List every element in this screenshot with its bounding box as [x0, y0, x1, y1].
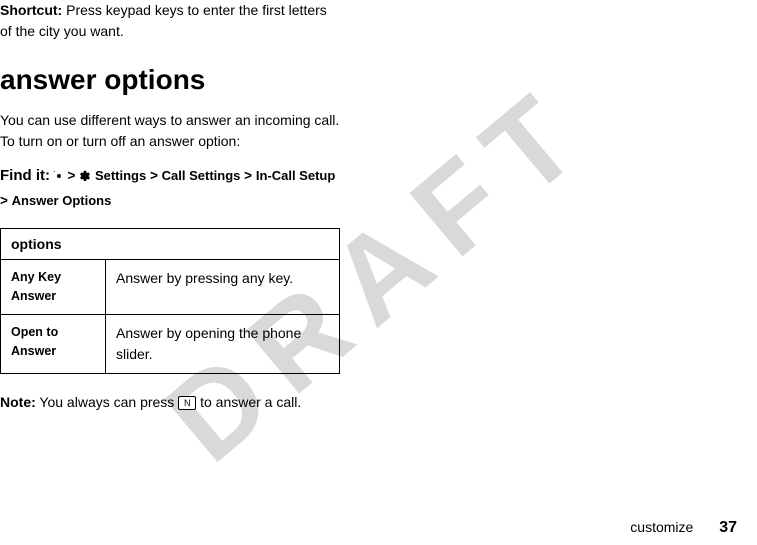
table-row: Any Key Answer Answer by pressing any ke… [1, 260, 340, 315]
separator: > [68, 168, 76, 183]
intro-text: You can use different ways to answer an … [0, 110, 757, 152]
section-heading: answer options [0, 64, 757, 96]
intro-line1: You can use different ways to answer an … [0, 112, 339, 128]
path-answer-options: Answer Options [12, 193, 112, 208]
path-call-settings: Call Settings [162, 168, 241, 183]
option-name: Any Key Answer [1, 260, 106, 315]
option-desc: Answer by opening the phone slider. [106, 314, 340, 373]
note-before-key: You always can press [36, 394, 178, 410]
separator: > [150, 168, 158, 183]
page-content: Shortcut: Press keypad keys to enter the… [0, 0, 757, 413]
note-after-key: to answer a call. [196, 394, 301, 410]
shortcut-text-line2: of the city you want. [0, 23, 124, 39]
options-table: options Any Key Answer Answer by pressin… [0, 228, 340, 374]
intro-line2: To turn on or turn off an answer option: [0, 133, 240, 149]
table-row: Open to Answer Answer by opening the pho… [1, 314, 340, 373]
path-incall-setup: In-Call Setup [256, 168, 335, 183]
key-icon: N [178, 396, 196, 410]
gear-icon [79, 170, 91, 182]
separator: > [0, 193, 8, 208]
note-label: Note: [0, 394, 36, 410]
path-settings: Settings [95, 168, 146, 183]
menu-dot-icon [54, 171, 64, 181]
option-name: Open to Answer [1, 314, 106, 373]
option-desc: Answer by pressing any key. [106, 260, 340, 315]
table-header: options [1, 229, 340, 260]
footer-section: customize [630, 519, 693, 535]
find-it-label: Find it: [0, 167, 50, 184]
find-it-path: Find it: > Settings > Call Settings > In… [0, 162, 757, 213]
shortcut-paragraph: Shortcut: Press keypad keys to enter the… [0, 0, 757, 42]
shortcut-label: Shortcut: [0, 2, 62, 18]
separator: > [244, 168, 252, 183]
shortcut-text-line1: Press keypad keys to enter the first let… [62, 2, 327, 18]
note-paragraph: Note: You always can press N to answer a… [0, 392, 757, 413]
page-number: 37 [719, 519, 737, 536]
page-footer: customize 37 [630, 519, 737, 537]
